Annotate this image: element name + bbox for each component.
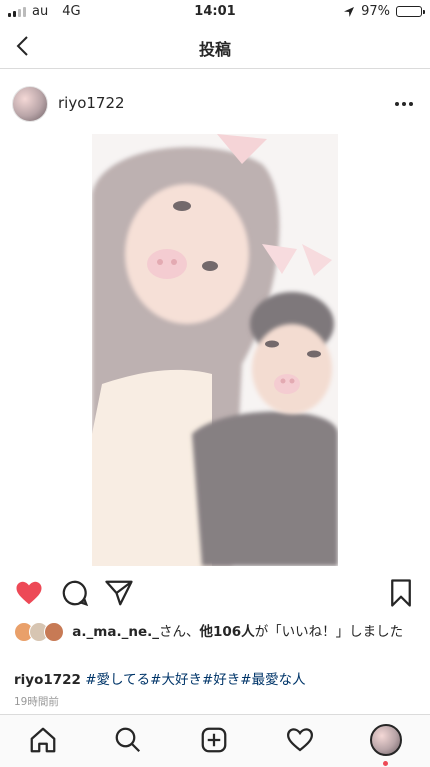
status-right: 97% <box>343 4 425 19</box>
likes-middle-text: さん、 <box>159 624 200 640</box>
search-icon[interactable] <box>113 725 143 755</box>
hashtag[interactable]: #大好き <box>150 672 202 688</box>
status-bar: au 4G 14:01 97% <box>0 0 430 24</box>
battery-percent: 97% <box>361 4 390 19</box>
heart-outline-icon[interactable] <box>285 725 315 755</box>
post-header: riyo1722 <box>0 78 430 130</box>
caption-username[interactable]: riyo1722 <box>14 672 81 688</box>
post-caption: riyo1722 #愛してる#大好き#好き#最愛な人 <box>14 668 418 688</box>
heart-filled-icon[interactable] <box>14 578 44 608</box>
likes-summary[interactable]: a._ma._ne._さん、他106人が「いいね！」しました <box>14 622 418 642</box>
hashtag[interactable]: #最愛な人 <box>240 672 305 688</box>
profile-avatar-icon[interactable] <box>370 724 402 756</box>
bookmark-icon[interactable] <box>386 578 416 608</box>
likes-suffix: が「いいね！」しました <box>254 624 404 640</box>
battery-icon <box>396 6 425 17</box>
home-icon[interactable] <box>28 725 58 755</box>
selfie-photo-image <box>92 134 338 566</box>
post-actions <box>0 574 430 614</box>
notification-dot <box>383 761 388 766</box>
liker-avatars <box>14 622 64 642</box>
more-horizontal-icon[interactable] <box>392 94 416 114</box>
post-username[interactable]: riyo1722 <box>58 94 125 112</box>
likes-others[interactable]: 他106人 <box>200 624 255 640</box>
post-photo[interactable] <box>92 134 338 566</box>
location-arrow-icon <box>344 6 355 17</box>
tab-bar <box>0 714 430 767</box>
nav-bar: 投稿 <box>0 24 430 69</box>
comment-icon[interactable] <box>60 578 90 608</box>
add-post-icon[interactable] <box>199 725 229 755</box>
hashtag[interactable]: #好き <box>202 672 240 688</box>
post-timestamp: 19時間前 <box>14 696 59 708</box>
liker-avatar <box>44 622 64 642</box>
hashtag[interactable]: #愛してる <box>85 672 150 688</box>
send-icon[interactable] <box>104 578 134 608</box>
first-liker[interactable]: a._ma._ne._ <box>72 624 159 640</box>
avatar[interactable] <box>12 86 48 122</box>
page-title: 投稿 <box>198 40 231 59</box>
